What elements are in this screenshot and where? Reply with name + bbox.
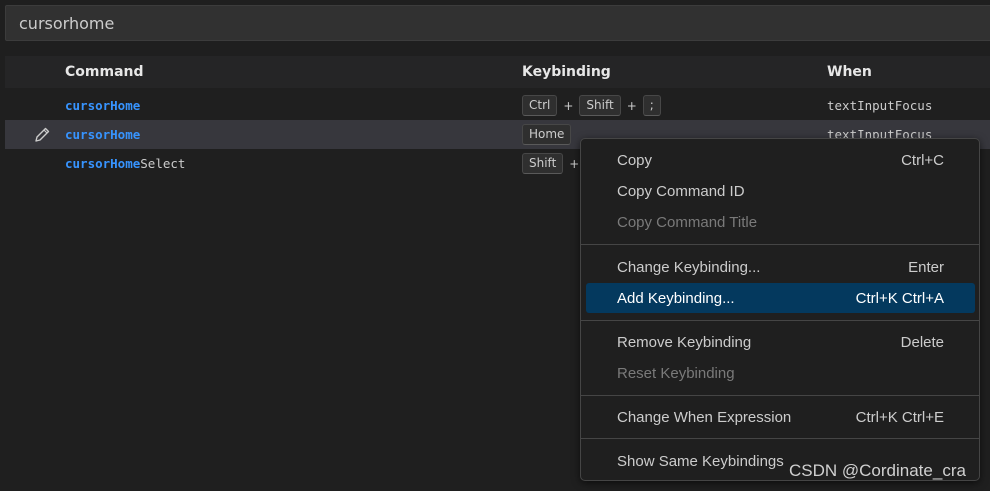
header-command[interactable]: Command bbox=[65, 56, 144, 88]
command-match: cursorHome bbox=[65, 98, 141, 113]
menu-item-add-keybinding[interactable]: Add Keybinding... Ctrl+K Ctrl+A bbox=[586, 283, 975, 313]
menu-item-label: Copy Command ID bbox=[617, 182, 745, 200]
menu-item-shortcut: Ctrl+C bbox=[901, 151, 944, 169]
menu-item-label: Reset Keybinding bbox=[617, 364, 735, 382]
command-cell: cursorHome bbox=[65, 120, 140, 149]
command-rest: Select bbox=[140, 156, 186, 171]
keybinding-cell: Home bbox=[522, 120, 572, 149]
menu-item-remove-keybinding[interactable]: Remove Keybinding Delete bbox=[586, 327, 975, 357]
when-cell: textInputFocus bbox=[827, 98, 933, 113]
table-row[interactable]: cursorHome Ctrl + Shift + ; textInputFoc… bbox=[5, 91, 990, 120]
watermark-text: CSDN @Cordinate_cra bbox=[789, 461, 966, 480]
menu-separator bbox=[581, 438, 979, 439]
command-cell: cursorHome Select bbox=[65, 149, 185, 178]
menu-item-label: Add Keybinding... bbox=[617, 289, 735, 307]
table-header: Command Keybinding When bbox=[5, 56, 990, 88]
keybinding-cell: Ctrl + Shift + ; bbox=[522, 91, 661, 120]
menu-separator bbox=[581, 320, 979, 321]
menu-item-shortcut: Enter bbox=[908, 258, 944, 276]
key-label: Shift bbox=[579, 95, 621, 116]
menu-item-label: Copy Command Title bbox=[617, 213, 758, 231]
menu-item-label: Change When Expression bbox=[617, 408, 792, 426]
menu-item-copy[interactable]: Copy Ctrl+C bbox=[586, 145, 975, 175]
search-value[interactable]: cursorhome bbox=[19, 14, 114, 33]
pencil-icon[interactable] bbox=[33, 126, 51, 144]
key-label: Ctrl bbox=[522, 95, 558, 116]
menu-item-shortcut: Ctrl+K Ctrl+A bbox=[855, 289, 944, 307]
command-match: cursorHome bbox=[65, 127, 141, 142]
menu-item-label: Change Keybinding... bbox=[617, 258, 761, 276]
key-label: Shift bbox=[522, 153, 564, 174]
key-label: ; bbox=[642, 95, 661, 116]
menu-item-reset-keybinding: Reset Keybinding bbox=[586, 358, 975, 388]
menu-item-change-keybinding[interactable]: Change Keybinding... Enter bbox=[586, 252, 975, 282]
command-match: cursorHome bbox=[65, 156, 141, 171]
keybindings-search-input[interactable]: cursorhome bbox=[5, 5, 990, 41]
menu-item-copy-command-id[interactable]: Copy Command ID bbox=[586, 176, 975, 206]
menu-item-shortcut: Ctrl+K Ctrl+E bbox=[855, 408, 944, 426]
menu-item-change-when-expression[interactable]: Change When Expression Ctrl+K Ctrl+E bbox=[586, 402, 975, 432]
menu-item-shortcut: Delete bbox=[900, 333, 944, 351]
key-plus: + bbox=[563, 98, 574, 113]
command-cell: cursorHome bbox=[65, 91, 140, 120]
header-when[interactable]: When bbox=[827, 56, 872, 88]
menu-item-label: Copy bbox=[617, 151, 653, 169]
key-label: Home bbox=[522, 124, 572, 145]
keybinding-cell: Shift + bbox=[522, 149, 579, 178]
menu-item-label: Show Same Keybindings bbox=[617, 452, 784, 470]
menu-item-label: Remove Keybinding bbox=[617, 333, 752, 351]
header-keybinding[interactable]: Keybinding bbox=[522, 56, 611, 88]
key-plus: + bbox=[626, 98, 637, 113]
menu-separator bbox=[581, 244, 979, 245]
key-plus: + bbox=[569, 156, 580, 171]
context-menu: Copy Ctrl+C Copy Command ID Copy Command… bbox=[580, 138, 980, 481]
menu-separator bbox=[581, 395, 979, 396]
menu-item-copy-command-title: Copy Command Title bbox=[586, 207, 975, 237]
